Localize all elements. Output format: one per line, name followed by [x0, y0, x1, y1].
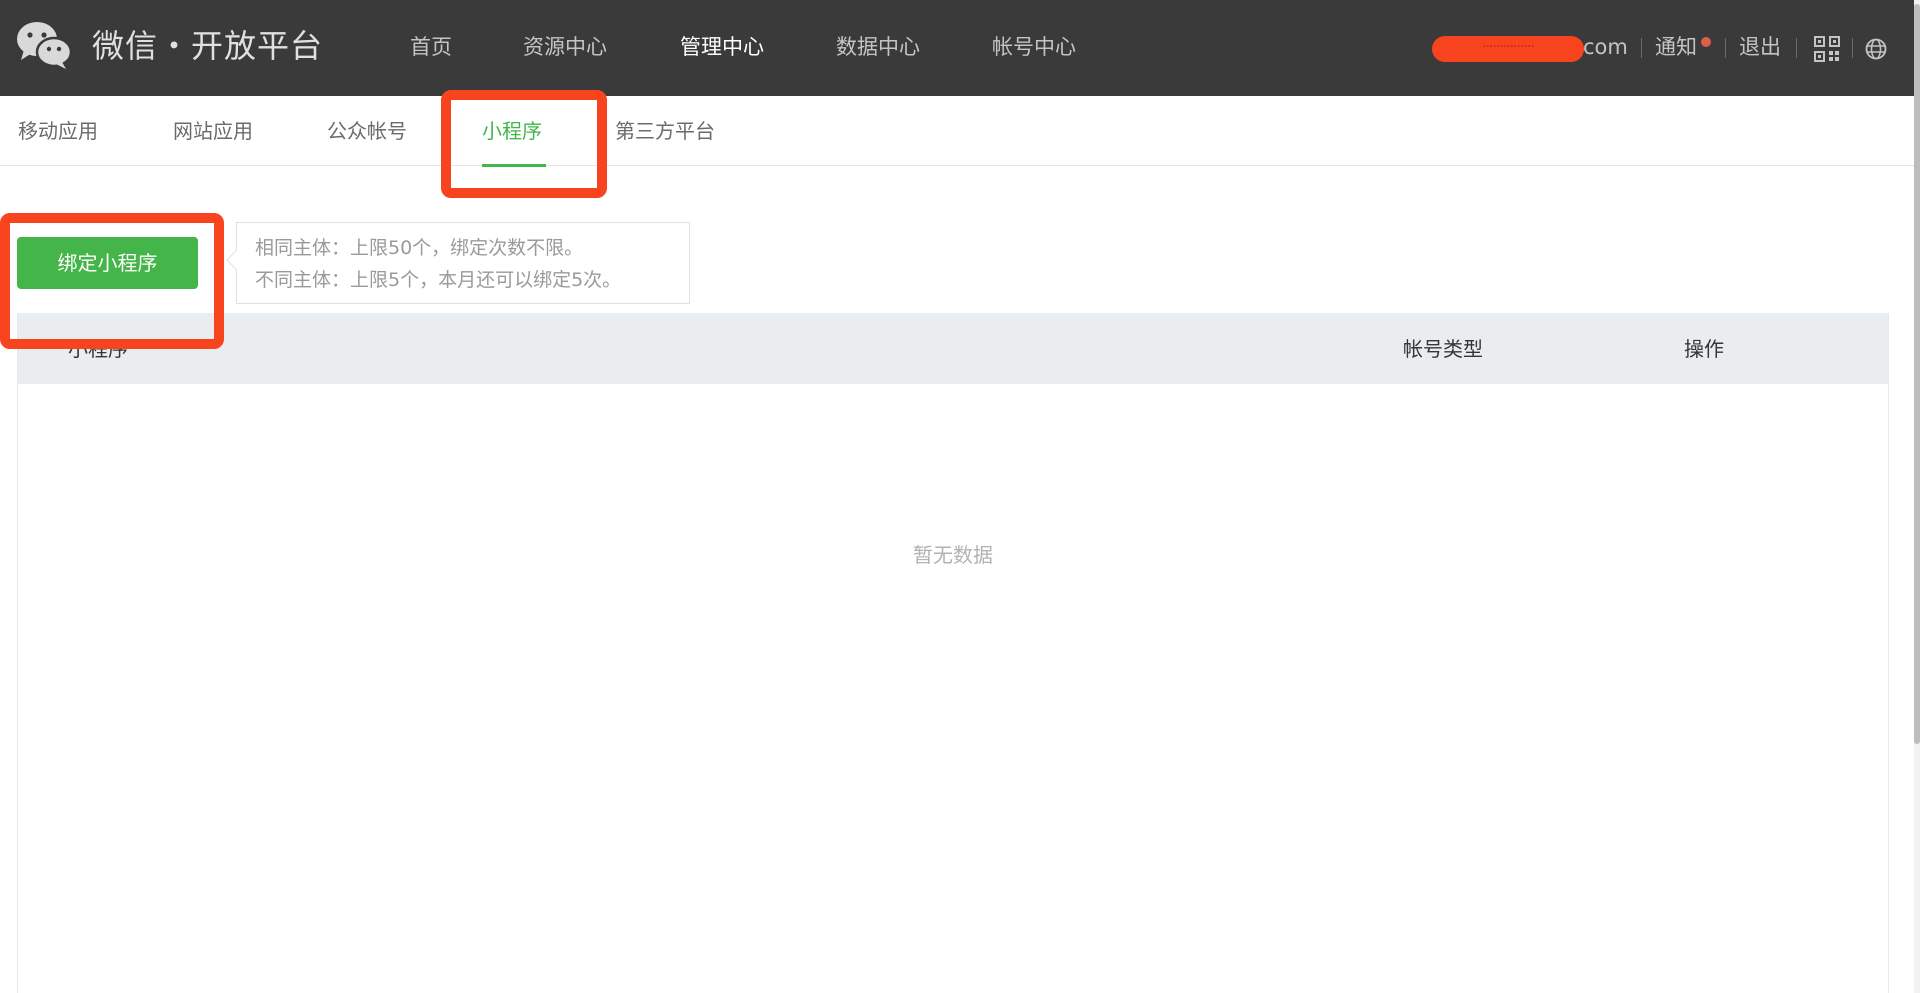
nav-account-center[interactable]: 帐号中心 — [992, 30, 1076, 64]
logout-link[interactable]: 退出 — [1739, 30, 1781, 64]
tab-mobile-apps[interactable]: 移动应用 — [18, 114, 98, 148]
divider — [1852, 38, 1853, 58]
tab-official-accounts[interactable]: 公众帐号 — [327, 114, 407, 148]
tip-arrow — [226, 250, 246, 270]
qrcode-icon[interactable] — [1814, 36, 1840, 62]
tab-third-party-platform[interactable]: 第三方平台 — [615, 114, 715, 148]
highlight-box-button — [0, 213, 224, 349]
tip-line-same-entity: 相同主体：上限50个，绑定次数不限。 — [255, 237, 584, 259]
highlight-box-tab — [441, 90, 607, 198]
brand-title[interactable]: 微信・开放平台 — [92, 24, 323, 68]
divider — [1725, 38, 1726, 58]
bind-limit-tip: 相同主体：上限50个，绑定次数不限。 不同主体：上限5个，本月还可以绑定5次。 — [226, 222, 690, 304]
nav-resource-center[interactable]: 资源中心 — [523, 30, 607, 64]
column-header-account-type: 帐号类型 — [1403, 337, 1483, 361]
divider — [1641, 38, 1642, 58]
nav-management-center[interactable]: 管理中心 — [680, 30, 764, 64]
column-header-actions: 操作 — [1684, 337, 1724, 361]
wechat-logo-icon[interactable] — [16, 20, 73, 70]
empty-state-text: 暂无数据 — [913, 543, 993, 567]
nav-data-center[interactable]: 数据中心 — [836, 30, 920, 64]
account-email-redacted: ··············· — [1432, 36, 1584, 62]
globe-icon[interactable] — [1865, 38, 1887, 60]
nav-home[interactable]: 首页 — [410, 30, 452, 64]
sub-nav: 移动应用 网站应用 公众帐号 小程序 第三方平台 — [0, 96, 1914, 167]
notify-link[interactable]: 通知 — [1655, 30, 1697, 64]
notify-badge — [1701, 37, 1711, 47]
table-header: 小程序 帐号类型 操作 — [18, 313, 1888, 384]
tab-web-apps[interactable]: 网站应用 — [173, 114, 253, 148]
account-email-suffix: com — [1583, 35, 1628, 59]
divider — [1796, 38, 1797, 58]
top-bar: 微信・开放平台 首页 资源中心 管理中心 数据中心 帐号中心 ·········… — [0, 0, 1914, 96]
tip-line-different-entity: 不同主体：上限5个，本月还可以绑定5次。 — [255, 269, 622, 291]
page-scrollbar[interactable] — [1914, 0, 1920, 993]
scrollbar-thumb[interactable] — [1914, 4, 1920, 744]
mini-program-table: 小程序 帐号类型 操作 暂无数据 — [17, 313, 1889, 993]
